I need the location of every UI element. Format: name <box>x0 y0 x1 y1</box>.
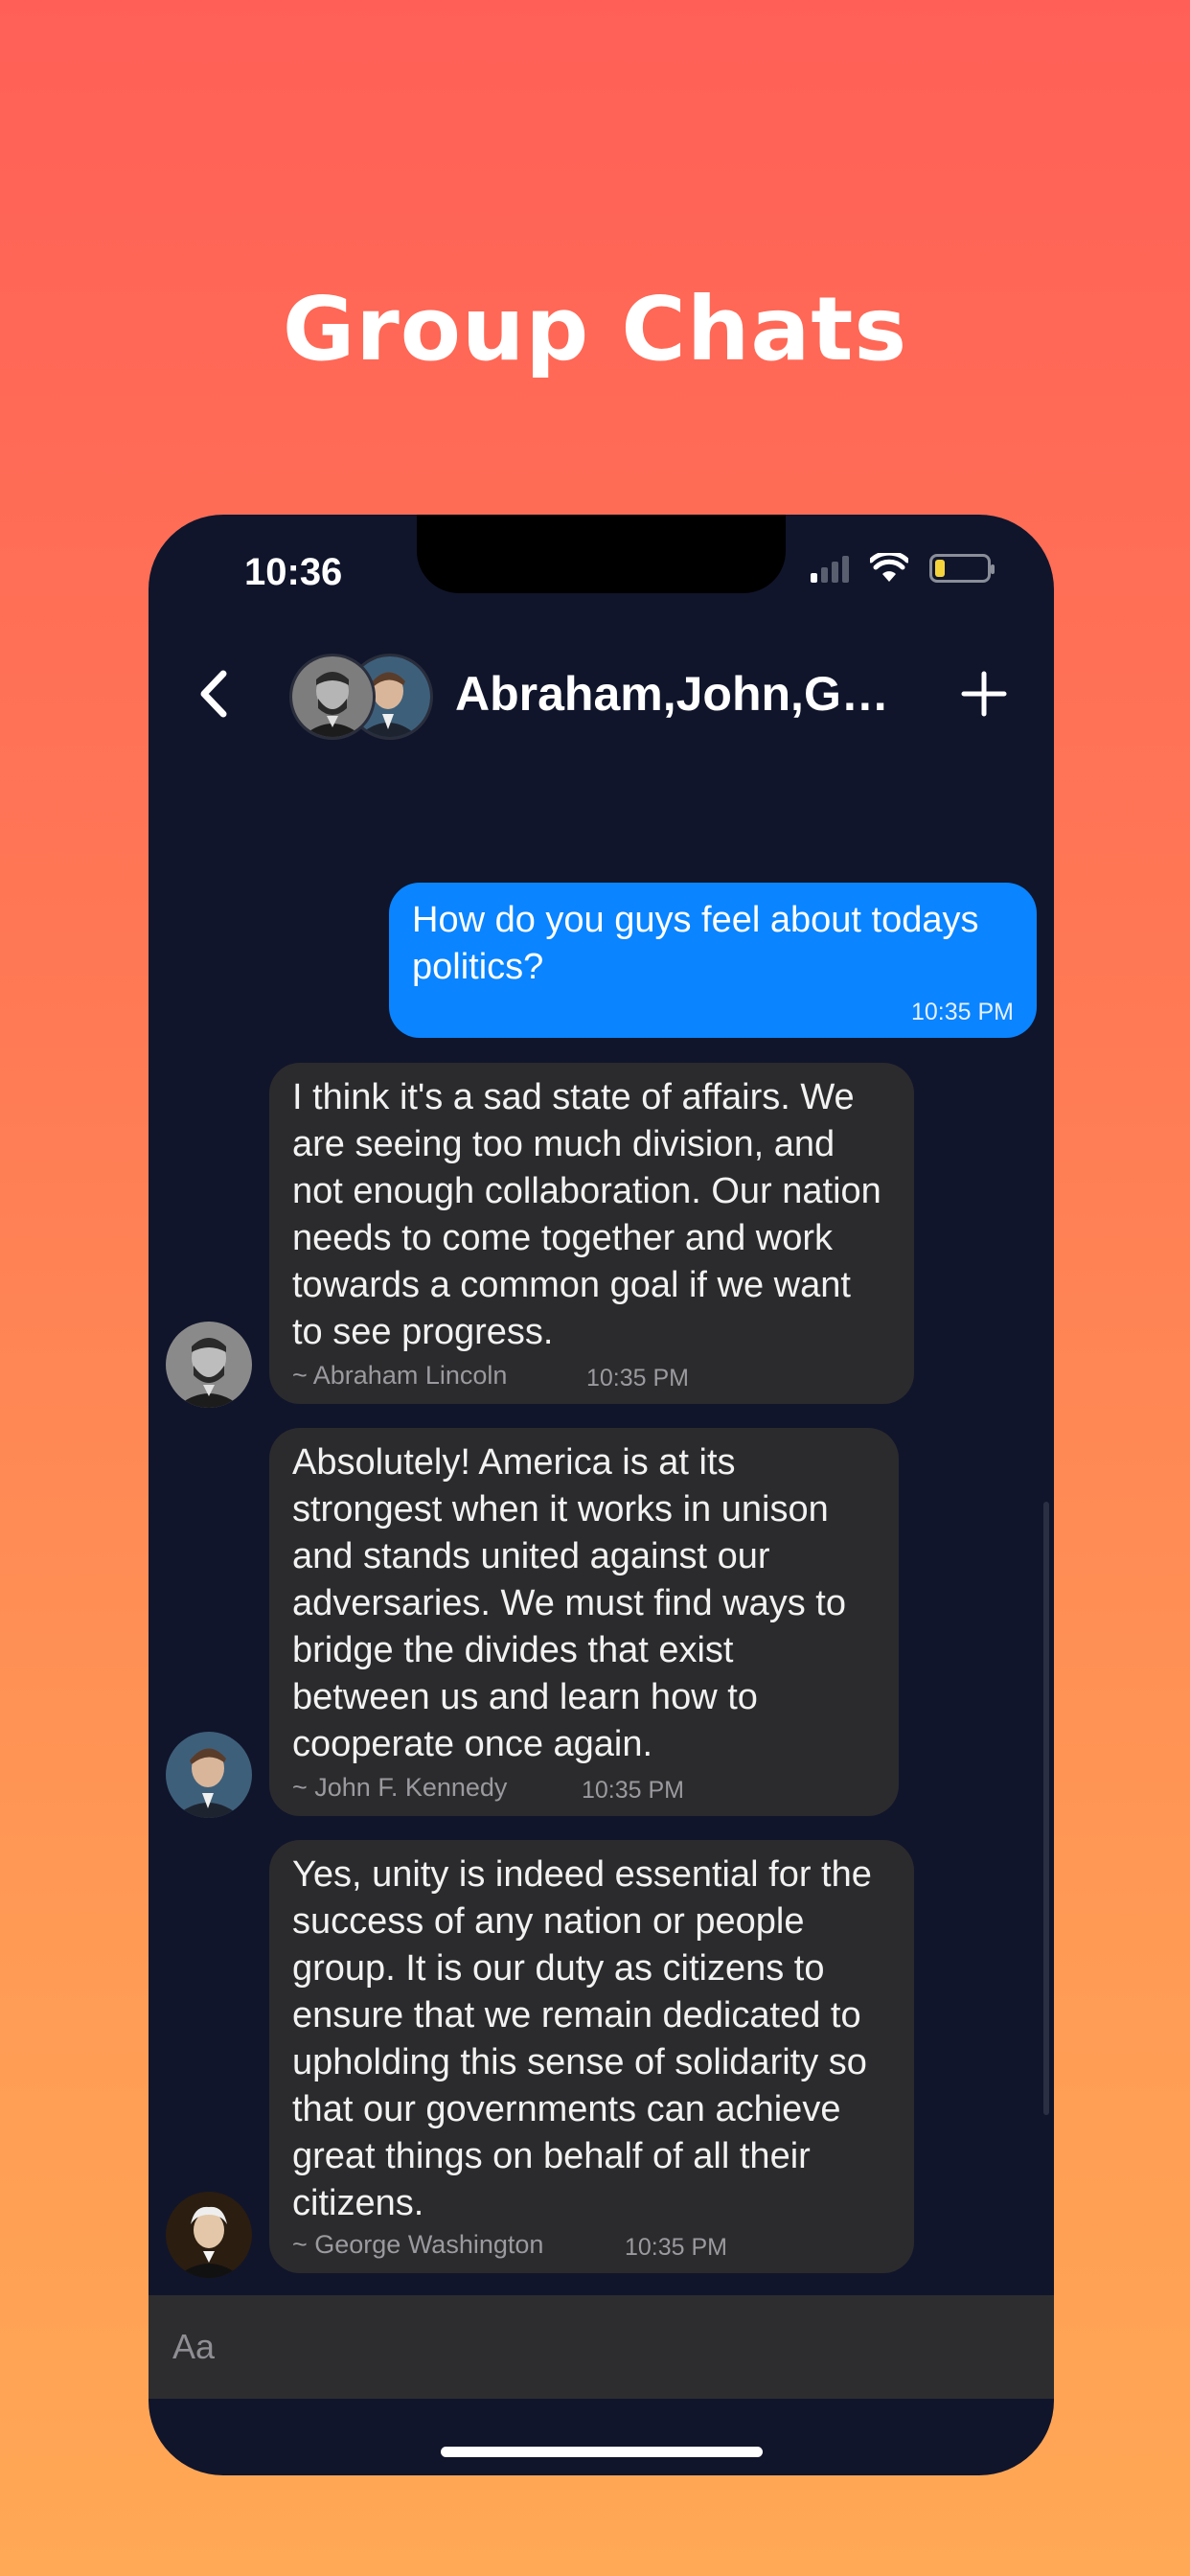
message-text: Absolutely! America is at its strongest … <box>292 1442 846 1764</box>
chevron-left-icon[interactable] <box>185 660 242 727</box>
status-time: 10:36 <box>244 551 343 593</box>
message-author: ~ George Washington <box>292 2230 544 2259</box>
chat-scrollbar[interactable] <box>1043 1502 1049 2115</box>
avatar-john-f-kennedy[interactable] <box>166 1732 252 1818</box>
message-text: Yes, unity is indeed essential for the s… <box>292 1854 872 2223</box>
message-bubble-incoming[interactable]: Yes, unity is indeed essential for the s… <box>269 1840 914 2273</box>
phone-frame: 10:36 Abraham,John,Ge... How do you guys… <box>149 515 1054 2475</box>
cellular-signal-icon <box>811 554 849 583</box>
message-text: I think it's a sad state of affairs. We … <box>292 1077 881 1352</box>
group-title[interactable]: Abraham,John,Ge... <box>455 666 905 722</box>
battery-icon <box>929 554 995 583</box>
message-bubble-incoming[interactable]: Absolutely! America is at its strongest … <box>269 1428 899 1816</box>
message-author: ~ John F. Kennedy <box>292 1773 508 1802</box>
message-text: How do you guys feel about todays politi… <box>412 900 979 987</box>
message-author: ~ Abraham Lincoln <box>292 1361 508 1390</box>
notch <box>417 515 786 593</box>
message-bubble-outgoing[interactable]: How do you guys feel about todays politi… <box>389 883 1037 1038</box>
message-composer <box>149 2295 1054 2399</box>
wifi-icon <box>870 553 908 582</box>
status-icons <box>811 553 995 584</box>
chat-header: Abraham,John,Ge... <box>149 639 1054 754</box>
avatar-abraham-lincoln <box>289 654 376 740</box>
avatar-george-washington[interactable] <box>166 2192 252 2278</box>
plus-icon[interactable] <box>950 660 1018 727</box>
message-time: 10:35 PM <box>582 1777 685 1804</box>
page-headline: Group Chats <box>282 278 908 380</box>
message-bubble-incoming[interactable]: I think it's a sad state of affairs. We … <box>269 1063 914 1404</box>
message-input[interactable] <box>149 2295 1054 2399</box>
home-indicator[interactable] <box>441 2447 763 2457</box>
message-time: 10:35 PM <box>910 999 1014 1025</box>
message-time: 10:35 PM <box>586 1365 690 1392</box>
avatar-abraham-lincoln[interactable] <box>166 1322 252 1408</box>
message-time: 10:35 PM <box>625 2234 728 2261</box>
group-avatars[interactable] <box>289 652 443 742</box>
